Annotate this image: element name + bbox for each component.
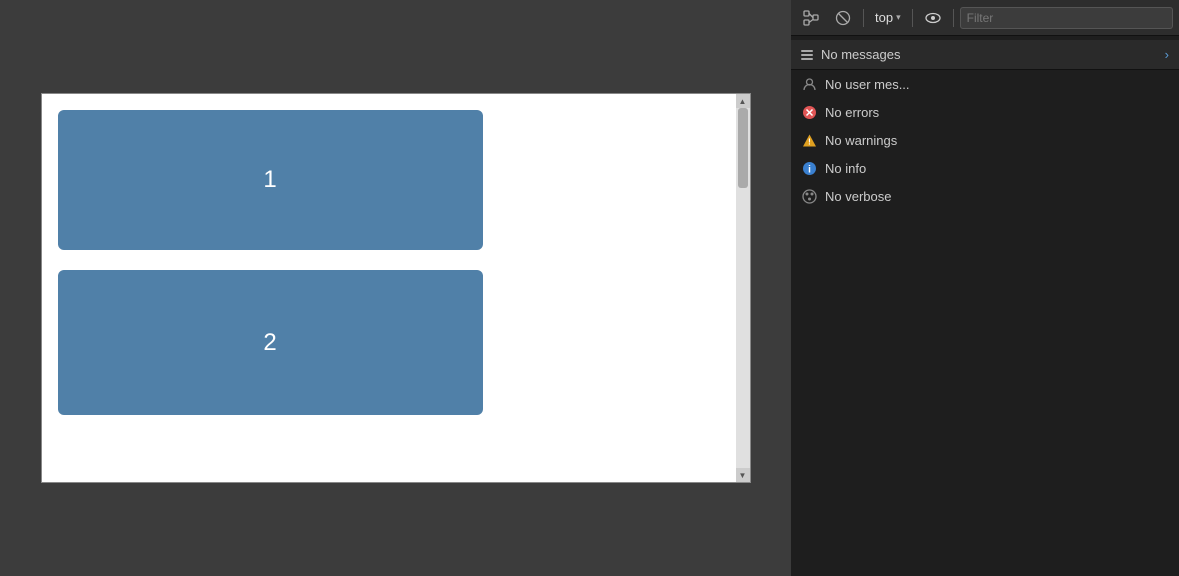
no-errors-label: No errors [825, 105, 879, 120]
top-dropdown-chevron: ▾ [896, 12, 901, 23]
message-item-verbose[interactable]: No verbose [791, 182, 1179, 210]
scroll-arrow-down-icon[interactable]: ▼ [736, 468, 750, 482]
no-verbose-label: No verbose [825, 189, 891, 204]
canvas-content: 1 2 [42, 94, 750, 431]
no-user-messages-label: No user mes... [825, 77, 910, 92]
no-info-label: No info [825, 161, 866, 176]
hierarchy-icon [803, 10, 819, 26]
scroll-thumb[interactable] [738, 108, 748, 188]
svg-text:i: i [808, 164, 811, 175]
no-messages-row[interactable]: No messages › [791, 40, 1179, 70]
scroll-arrow-up-icon[interactable]: ▲ [736, 94, 750, 108]
message-item-info[interactable]: i No info [791, 154, 1179, 182]
svg-text:!: ! [808, 137, 811, 146]
warning-icon: ! [801, 132, 817, 148]
canvas-frame: 1 2 ▲ ▼ [41, 93, 751, 483]
message-item-user[interactable]: No user mes... [791, 70, 1179, 98]
eye-button[interactable] [919, 5, 947, 31]
filter-input[interactable] [960, 7, 1173, 29]
no-messages-label: No messages [821, 47, 900, 62]
message-item-error[interactable]: No errors [791, 98, 1179, 126]
canvas-box-2-label: 2 [263, 329, 276, 357]
expand-arrow-icon: › [1165, 47, 1169, 62]
user-icon [801, 76, 817, 92]
toolbar-separator-2 [912, 9, 913, 27]
canvas-box-1: 1 [58, 110, 483, 250]
error-icon [801, 104, 817, 120]
top-dropdown-button[interactable]: top ▾ [870, 8, 906, 27]
block-button[interactable] [829, 5, 857, 31]
toolbar-separator-3 [953, 9, 954, 27]
block-icon [835, 10, 851, 26]
canvas-scrollbar[interactable]: ▲ ▼ [736, 94, 750, 482]
eye-icon [925, 10, 941, 26]
info-icon: i [801, 160, 817, 176]
canvas-area: 1 2 ▲ ▼ [0, 0, 791, 576]
canvas-box-2: 2 [58, 270, 483, 415]
toolbar-separator-1 [863, 9, 864, 27]
hamburger-icon [801, 50, 813, 60]
verbose-icon [801, 188, 817, 204]
canvas-box-1-label: 1 [263, 166, 276, 194]
right-panel: top ▾ No messages › [791, 0, 1179, 576]
toolbar: top ▾ [791, 0, 1179, 36]
message-item-warning[interactable]: ! No warnings [791, 126, 1179, 154]
hierarchy-button[interactable] [797, 5, 825, 31]
top-label: top [875, 10, 893, 25]
message-list: No messages › No user mes... No [791, 36, 1179, 576]
no-warnings-label: No warnings [825, 133, 897, 148]
